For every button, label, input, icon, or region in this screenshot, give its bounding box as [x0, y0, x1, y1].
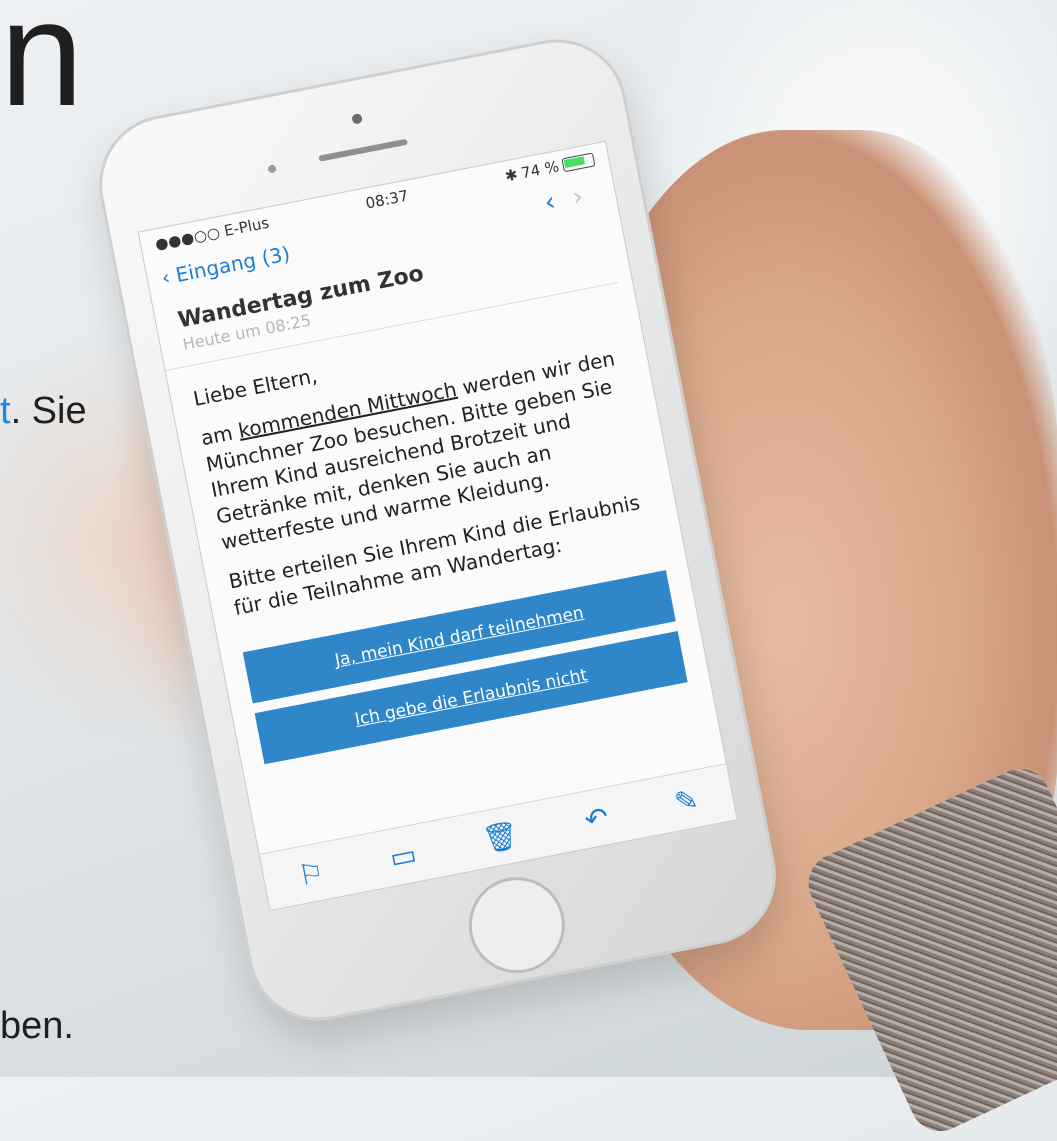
paragraph-fragment-text: . Sie — [10, 390, 87, 432]
bluetooth-icon: ✱ — [503, 165, 520, 186]
trash-icon[interactable]: 🗑 — [480, 817, 521, 856]
phone-screen: ●●●○○ E-Plus 08:37 ✱ 74 % ‹ Eingang (3) … — [137, 140, 738, 912]
link-fragment[interactable]: t — [0, 390, 11, 432]
earpiece-speaker — [318, 138, 408, 162]
flag-icon[interactable]: ⚐ — [295, 855, 326, 892]
heading-fragment: n — [0, 0, 84, 137]
battery-icon — [561, 152, 596, 173]
clock: 08:37 — [364, 186, 410, 213]
folder-icon[interactable]: ▭ — [387, 837, 419, 874]
battery-percent: 74 % — [519, 157, 561, 183]
next-message-icon[interactable]: › — [570, 178, 604, 213]
reply-icon[interactable]: ↶ — [582, 800, 611, 837]
front-camera — [351, 112, 363, 125]
paragraph-fragment-bottom: ben. — [0, 1005, 74, 1047]
paragraph-fragment: t. Sie — [0, 390, 87, 433]
home-button[interactable] — [460, 868, 574, 982]
compose-icon[interactable]: ✎ — [672, 782, 701, 819]
proximity-sensor — [267, 164, 277, 174]
message-nav-arrows: ‹› — [542, 178, 603, 218]
